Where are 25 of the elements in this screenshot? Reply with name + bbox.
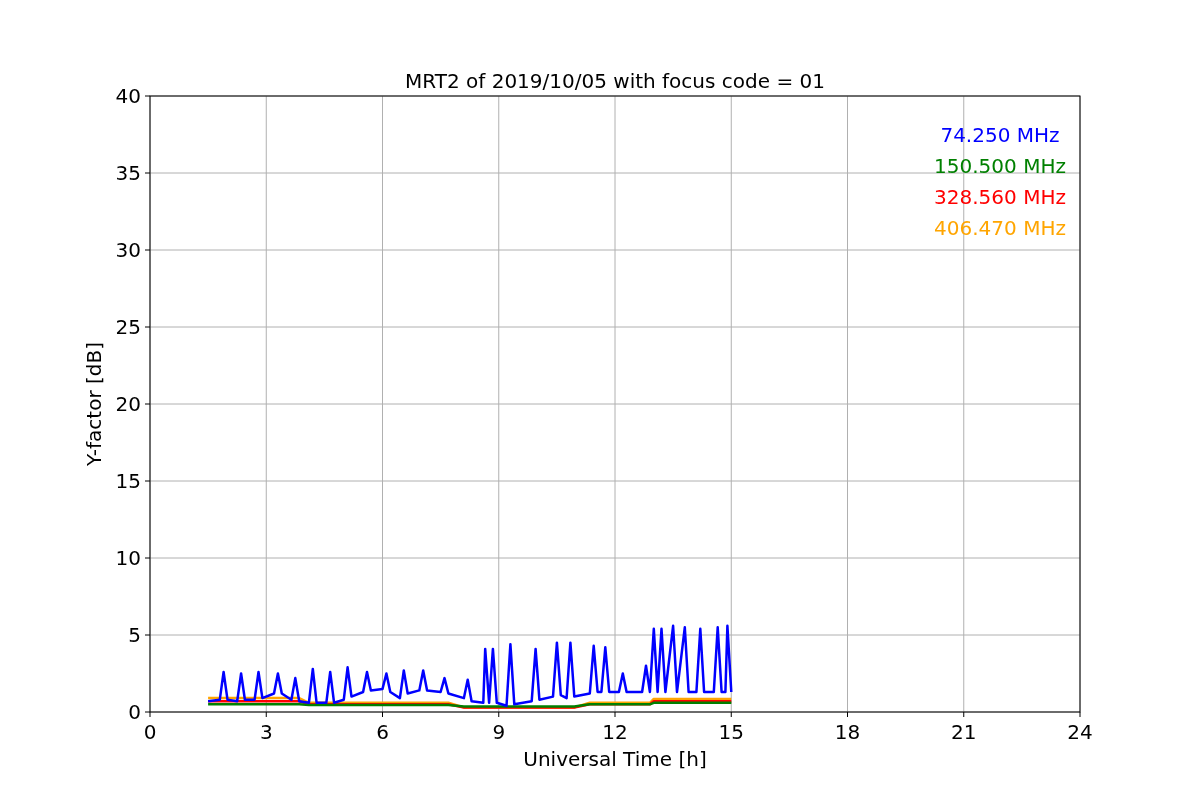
x-tick-label: 15 — [718, 720, 744, 744]
y-tick-label: 30 — [115, 238, 141, 262]
y-tick-label: 15 — [115, 469, 141, 493]
y-tick-label: 40 — [115, 84, 141, 108]
x-tick-label: 3 — [259, 720, 273, 744]
y-tick-label: 10 — [115, 546, 141, 570]
y-tick-label: 5 — [128, 623, 141, 647]
x-tick-label: 9 — [492, 720, 506, 744]
legend-label: 406.470 MHz — [934, 216, 1066, 240]
y-axis-label: Y-factor [dB] — [82, 342, 106, 466]
x-tick-label: 0 — [143, 720, 157, 744]
x-tick-label: 18 — [834, 720, 861, 744]
x-tick-label: 6 — [376, 720, 389, 744]
y-tick-label: 25 — [115, 315, 141, 339]
chart-title: MRT2 of 2019/10/05 with focus code = 01 — [405, 69, 825, 93]
x-tick-label: 24 — [1067, 720, 1093, 744]
x-tick-label: 12 — [602, 720, 628, 744]
x-tick-label: 21 — [951, 720, 977, 744]
legend-label: 150.500 MHz — [934, 154, 1066, 178]
y-tick-label: 35 — [115, 161, 141, 185]
y-tick-label: 20 — [115, 392, 141, 416]
legend-label: 328.560 MHz — [934, 185, 1066, 209]
legend-label: 74.250 MHz — [940, 123, 1060, 147]
x-axis-label: Universal Time [h] — [523, 747, 707, 771]
y-tick-label: 0 — [128, 700, 141, 724]
